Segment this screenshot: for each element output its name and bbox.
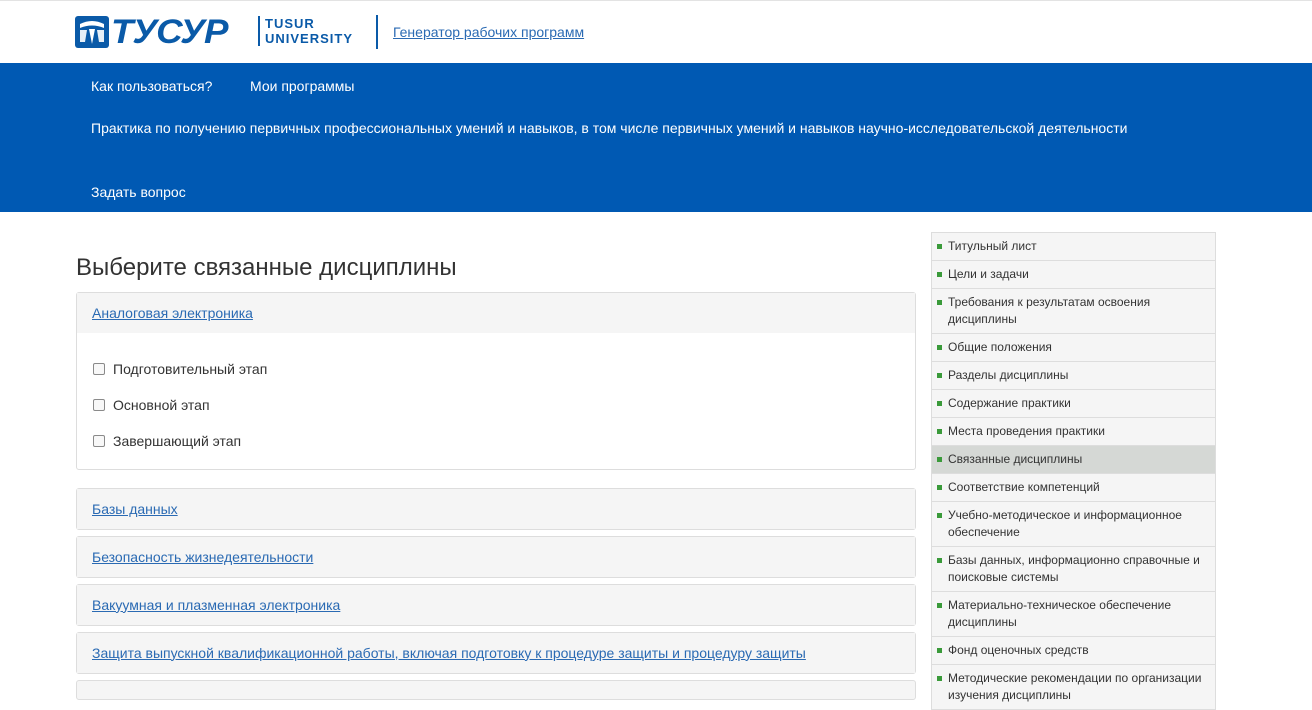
sidebar-item-label: Фонд оценочных средств [948,643,1089,657]
sidebar-item[interactable]: Соответствие компетенций [932,474,1215,502]
discipline-link[interactable]: Аналоговая электроника [92,305,253,321]
bullet-icon [937,345,942,350]
sidebar-item[interactable]: Требования к результатам освоения дисцип… [932,289,1215,334]
sidebar-item[interactable]: Материально-техническое обеспечение дисц… [932,592,1215,637]
page-title: Выберите связанные дисциплины [76,254,457,281]
stage-checkbox[interactable] [93,363,105,375]
sidebar-item-label: Учебно-методическое и информационное обе… [948,508,1182,539]
sidebar-item[interactable]: Разделы дисциплины [932,362,1215,390]
sidebar-item-label: Методические рекомендации по организации… [948,671,1202,702]
discipline-panel: Базы данных [76,488,916,530]
discipline-link[interactable]: Вакуумная и плазменная электроника [92,597,340,613]
sidebar-item-label: Места проведения практики [948,424,1105,438]
section-sidebar: Титульный лист Цели и задачи Требования к … [931,232,1216,710]
stage-label: Завершающий этап [113,433,242,449]
panel-heading: Аналоговая электроника [77,293,915,333]
sidebar-item[interactable]: Титульный лист [932,233,1215,261]
discipline-link[interactable]: Защита выпускной квалификационной работы… [92,645,806,661]
logo-sub-line1: TUSUR [265,16,315,31]
generator-link[interactable]: Генератор рабочих программ [393,24,584,40]
logo-wordmark: ТУСУР [111,13,228,51]
main-navbar: Как пользоваться? Мои программы Практика… [0,63,1312,212]
stage-label: Подготовительный этап [113,361,268,377]
panel-heading: Вакуумная и плазменная электроника [77,585,915,625]
panel-heading: Безопасность жизнедеятельности [77,537,915,577]
bullet-icon [937,558,942,563]
bullet-icon [937,648,942,653]
sidebar-item-label: Общие положения [948,340,1052,354]
sidebar-item[interactable]: Содержание практики [932,390,1215,418]
stage-checkbox[interactable] [93,435,105,447]
tusur-logo[interactable]: ТУСУР [75,15,228,49]
stage-checkbox[interactable] [93,399,105,411]
panel-heading: Защита выпускной квалификационной работы… [77,633,915,673]
sidebar-item[interactable]: Цели и задачи [932,261,1215,289]
nav-how-to[interactable]: Как пользоваться? [91,75,212,97]
sidebar-item-label: Базы данных, информационно справочные и … [948,553,1200,584]
bullet-icon [937,603,942,608]
discipline-panel-expanded: Аналоговая электроника Подготовительный … [76,292,916,470]
bullet-icon [937,676,942,681]
sidebar-item[interactable]: Связанные дисциплины [932,446,1215,474]
discipline-link[interactable]: Безопасность жизнедеятельности [92,549,313,565]
discipline-panel: Вакуумная и плазменная электроника [76,584,916,626]
sidebar-item-label: Цели и задачи [948,267,1029,281]
tusur-emblem-icon [75,16,109,48]
sidebar-item[interactable]: Методические рекомендации по организации… [932,665,1215,710]
bullet-icon [937,401,942,406]
discipline-panel: Защита выпускной квалификационной работы… [76,632,916,674]
sidebar-item[interactable]: Фонд оценочных средств [932,637,1215,665]
bullet-icon [937,457,942,462]
sidebar-item-label: Содержание практики [948,396,1071,410]
sidebar-item[interactable]: Базы данных, информационно справочные и … [932,547,1215,592]
logo-sub-line2: UNIVERSITY [265,31,354,46]
sidebar-item-label: Титульный лист [948,239,1037,253]
sidebar-item-label: Соответствие компетенций [948,480,1100,494]
sidebar-item-label: Разделы дисциплины [948,368,1069,382]
bullet-icon [937,244,942,249]
panel-body: Подготовительный этап Основной этап Заве… [77,333,915,469]
stage-label: Основной этап [113,397,210,413]
logo-divider [258,16,260,46]
bullet-icon [937,513,942,518]
stage-option[interactable]: Завершающий этап [92,423,900,459]
header-divider [376,15,378,49]
nav-my-programs[interactable]: Мои программы [250,75,354,97]
top-header: ТУСУР TUSUR UNIVERSITY Генератор рабочих… [0,0,1312,63]
bullet-icon [937,429,942,434]
stage-option[interactable]: Основной этап [92,387,900,423]
sidebar-item[interactable]: Общие положения [932,334,1215,362]
discipline-panel: Безопасность жизнедеятельности [76,536,916,578]
sidebar-item-label: Связанные дисциплины [948,452,1083,466]
sidebar-item[interactable]: Места проведения практики [932,418,1215,446]
sidebar-item-label: Требования к результатам освоения дисцип… [948,295,1151,326]
stage-option[interactable]: Подготовительный этап [92,351,900,387]
discipline-panel-partial [76,680,916,700]
sidebar-item[interactable]: Учебно-методическое и информационное обе… [932,502,1215,547]
bullet-icon [937,300,942,305]
nav-ask-question[interactable]: Задать вопрос [91,181,186,203]
logo-university: TUSUR UNIVERSITY [265,16,353,46]
bullet-icon [937,272,942,277]
panel-heading: Базы данных [77,489,915,529]
sidebar-item-label: Материально-техническое обеспечение дисц… [948,598,1172,629]
bullet-icon [937,485,942,490]
bullet-icon [937,373,942,378]
nav-practice[interactable]: Практика по получению первичных професси… [91,117,1191,139]
discipline-link[interactable]: Базы данных [92,501,178,517]
